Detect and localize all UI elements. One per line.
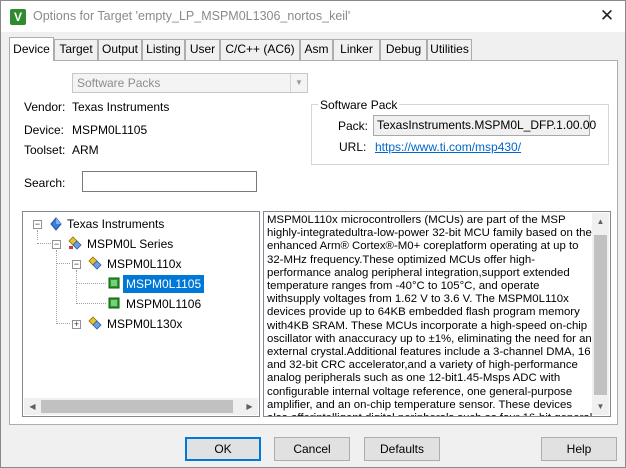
help-button[interactable]: Help — [541, 437, 617, 461]
device-description-box[interactable]: MSPM0L110x microcontrollers (MCUs) are p… — [263, 211, 611, 417]
chip-icon — [108, 297, 120, 309]
chip-icon — [108, 277, 120, 289]
keil-app-icon: V — [10, 9, 26, 25]
expand-icon[interactable]: + — [72, 320, 81, 329]
device-tree[interactable]: − Texas Instruments − MSPM0L Series − MS… — [22, 211, 260, 417]
vendor-value: Texas Instruments — [72, 100, 170, 114]
pack-url-link[interactable]: https://www.ti.com/msp430/ — [375, 140, 521, 154]
pack-label: Pack: — [338, 119, 369, 133]
tab-debug[interactable]: Debug — [380, 39, 427, 60]
device-family-icon — [68, 236, 82, 250]
options-dialog: V Options for Target 'empty_LP_MSPM0L130… — [0, 0, 626, 468]
tree-horizontal-scrollbar[interactable]: ◀ ▶ — [24, 398, 258, 415]
defaults-button[interactable]: Defaults — [364, 437, 440, 461]
collapse-icon[interactable]: − — [72, 260, 81, 269]
tab-linker[interactable]: Linker — [333, 39, 380, 60]
scroll-right-icon[interactable]: ▶ — [241, 398, 258, 415]
vendor-label: Vendor: — [24, 100, 66, 114]
tab-c-cpp[interactable]: C/C++ (AC6) — [220, 39, 300, 60]
tab-listing[interactable]: Listing — [142, 39, 185, 60]
tab-output[interactable]: Output — [98, 39, 142, 60]
tree-node-mspm0l-series[interactable]: MSPM0L Series — [84, 235, 176, 253]
cancel-button[interactable]: Cancel — [274, 437, 350, 461]
scroll-up-icon[interactable]: ▲ — [592, 213, 609, 230]
description-vertical-scrollbar[interactable]: ▲ ▼ — [592, 213, 609, 415]
url-label: URL: — [339, 140, 367, 154]
device-label: Device: — [24, 123, 65, 137]
ok-button[interactable]: OK — [185, 437, 261, 461]
pack-field[interactable]: TexasInstruments.MSPM0L_DFP.1.00.00 — [373, 115, 596, 136]
chevron-down-icon: ▼ — [290, 74, 307, 92]
tab-asm[interactable]: Asm — [300, 39, 333, 60]
tree-node-mspm0l110x[interactable]: MSPM0L110x — [104, 255, 184, 273]
search-label: Search: — [24, 176, 66, 190]
database-select-value: Software Packs — [77, 76, 161, 90]
window-title: Options for Target 'empty_LP_MSPM0L1306_… — [33, 9, 351, 23]
device-subfamily-icon — [88, 256, 102, 270]
vendor-diamond-icon — [50, 217, 62, 231]
device-value: MSPM0L1105 — [72, 123, 148, 137]
toolset-value: ARM — [72, 143, 99, 157]
title-bar[interactable]: V Options for Target 'empty_LP_MSPM0L130… — [1, 1, 625, 32]
collapse-icon[interactable]: − — [33, 220, 42, 229]
tree-node-mspm0l130x[interactable]: MSPM0L130x — [104, 315, 185, 333]
device-description-text: MSPM0L110x microcontrollers (MCUs) are p… — [267, 214, 592, 416]
tree-node-mspm0l1105[interactable]: MSPM0L1105 — [123, 275, 205, 293]
tree-node-texas-instruments[interactable]: Texas Instruments — [64, 215, 167, 233]
tab-device[interactable]: Device — [9, 37, 54, 61]
device-subfamily-icon — [88, 316, 102, 330]
scrollbar-thumb[interactable] — [41, 400, 233, 413]
tree-node-mspm0l1106[interactable]: MSPM0L1106 — [123, 295, 204, 313]
tab-user[interactable]: User — [185, 39, 220, 60]
scroll-left-icon[interactable]: ◀ — [24, 398, 41, 415]
close-button[interactable]: ✕ — [595, 5, 619, 27]
collapse-icon[interactable]: − — [52, 240, 61, 249]
toolset-label: Toolset: — [24, 143, 66, 157]
database-select[interactable]: Software Packs ▼ — [72, 73, 308, 93]
software-pack-legend: Software Pack — [318, 98, 400, 112]
tab-target[interactable]: Target — [54, 39, 98, 60]
tab-utilities[interactable]: Utilities — [427, 39, 472, 60]
search-input[interactable] — [82, 171, 257, 192]
scroll-down-icon[interactable]: ▼ — [592, 398, 609, 415]
scrollbar-thumb[interactable] — [594, 235, 607, 395]
